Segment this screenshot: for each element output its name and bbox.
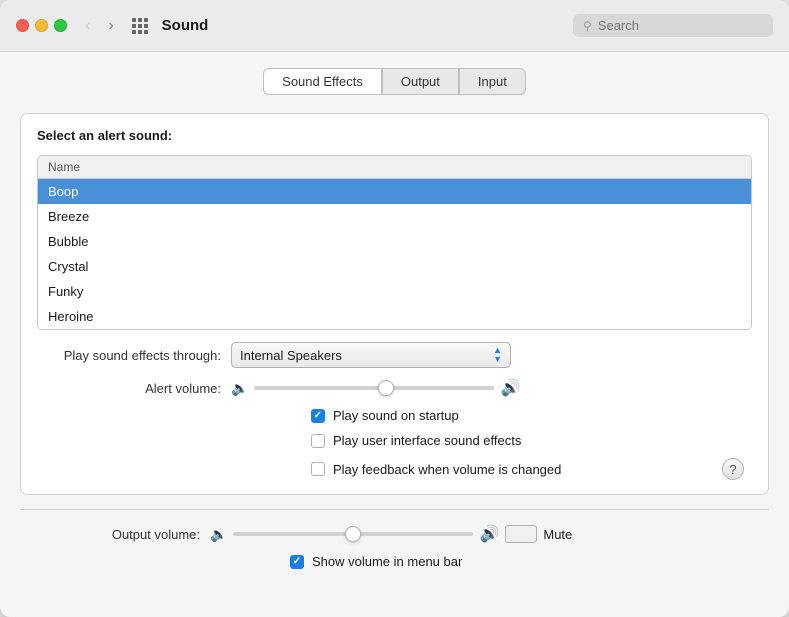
output-volume-label: Output volume: (20, 527, 200, 542)
sound-item-crystal[interactable]: Crystal (38, 254, 751, 279)
output-volume-low-icon: 🔈 (210, 526, 227, 543)
play-through-value: Internal Speakers (240, 348, 487, 363)
output-volume-high-icon: 🔊 (479, 524, 499, 544)
search-input[interactable] (598, 18, 763, 33)
help-button[interactable]: ? (722, 458, 744, 480)
close-button[interactable] (16, 19, 29, 32)
startup-sound-row: Play sound on startup (311, 408, 748, 423)
grid-icon[interactable] (132, 18, 148, 34)
output-volume-slider-container: 🔈 🔊 Mute (210, 524, 572, 544)
maximize-button[interactable] (54, 19, 67, 32)
sound-list-header: Name (38, 156, 751, 179)
controls: Play sound effects through: Internal Spe… (37, 342, 752, 480)
section-label: Select an alert sound: (37, 128, 752, 143)
tab-output[interactable]: Output (382, 68, 459, 95)
dropdown-arrow-icon: ▲ ▼ (493, 346, 502, 364)
alert-volume-label: Alert volume: (41, 381, 221, 396)
sound-item-heroine[interactable]: Heroine (38, 304, 751, 329)
alert-volume-slider[interactable] (254, 386, 494, 390)
feedback-checkbox[interactable] (311, 462, 325, 476)
show-volume-checkbox[interactable] (290, 555, 304, 569)
ui-effects-label: Play user interface sound effects (333, 433, 521, 448)
sound-item-funky[interactable]: Funky (38, 279, 751, 304)
alert-volume-row: Alert volume: 🔈 🔊 (41, 378, 748, 398)
feedback-checkbox-container[interactable]: Play feedback when volume is changed (311, 462, 561, 477)
window-title: Sound (162, 17, 209, 34)
tab-bar: Sound Effects Output Input (20, 68, 769, 95)
main-panel: Select an alert sound: Name Boop Breeze … (20, 113, 769, 495)
feedback-label: Play feedback when volume is changed (333, 462, 561, 477)
alert-volume-low-icon: 🔈 (231, 380, 248, 397)
play-through-row: Play sound effects through: Internal Spe… (41, 342, 748, 368)
sound-item-boop[interactable]: Boop (38, 179, 751, 204)
show-volume-label: Show volume in menu bar (312, 554, 462, 569)
forward-button[interactable]: › (104, 15, 117, 37)
sound-list-name-col: Name (48, 160, 80, 174)
startup-sound-checkbox-container[interactable]: Play sound on startup (311, 408, 459, 423)
search-icon: ⚲ (583, 19, 592, 33)
sound-item-breeze[interactable]: Breeze (38, 204, 751, 229)
mute-toggle[interactable] (505, 525, 537, 543)
show-volume-checkbox-container[interactable]: Show volume in menu bar (290, 554, 462, 569)
main-window: ‹ › Sound ⚲ Sound Effects Output Input S… (0, 0, 789, 617)
traffic-lights (16, 19, 67, 32)
output-volume-row: Output volume: 🔈 🔊 Mute (20, 524, 769, 544)
tab-sound-effects[interactable]: Sound Effects (263, 68, 382, 95)
ui-effects-row: Play user interface sound effects (311, 433, 748, 448)
output-volume-slider[interactable] (233, 532, 473, 536)
ui-effects-checkbox-container[interactable]: Play user interface sound effects (311, 433, 521, 448)
ui-effects-checkbox[interactable] (311, 434, 325, 448)
titlebar: ‹ › Sound ⚲ (0, 0, 789, 52)
tab-input[interactable]: Input (459, 68, 526, 95)
sound-list-body: Boop Breeze Bubble Crystal Funky Heroine (38, 179, 751, 329)
sound-list: Name Boop Breeze Bubble Crystal Funky He… (37, 155, 752, 330)
alert-volume-high-icon: 🔊 (500, 378, 520, 398)
play-through-label: Play sound effects through: (41, 348, 221, 363)
minimize-button[interactable] (35, 19, 48, 32)
startup-sound-checkbox[interactable] (311, 409, 325, 423)
alert-volume-slider-container: 🔈 🔊 (231, 378, 520, 398)
bottom-section: Output volume: 🔈 🔊 Mute Show volume in m… (20, 509, 769, 569)
content-area: Sound Effects Output Input Select an ale… (0, 52, 789, 617)
show-volume-row: Show volume in menu bar (290, 554, 769, 569)
feedback-row: Play feedback when volume is changed ? (311, 458, 748, 480)
search-bar[interactable]: ⚲ (573, 14, 773, 37)
startup-sound-label: Play sound on startup (333, 408, 459, 423)
mute-container: Mute (505, 525, 572, 543)
sound-item-bubble[interactable]: Bubble (38, 229, 751, 254)
back-button[interactable]: ‹ (81, 15, 94, 37)
play-through-dropdown[interactable]: Internal Speakers ▲ ▼ (231, 342, 511, 368)
mute-label: Mute (543, 527, 572, 542)
